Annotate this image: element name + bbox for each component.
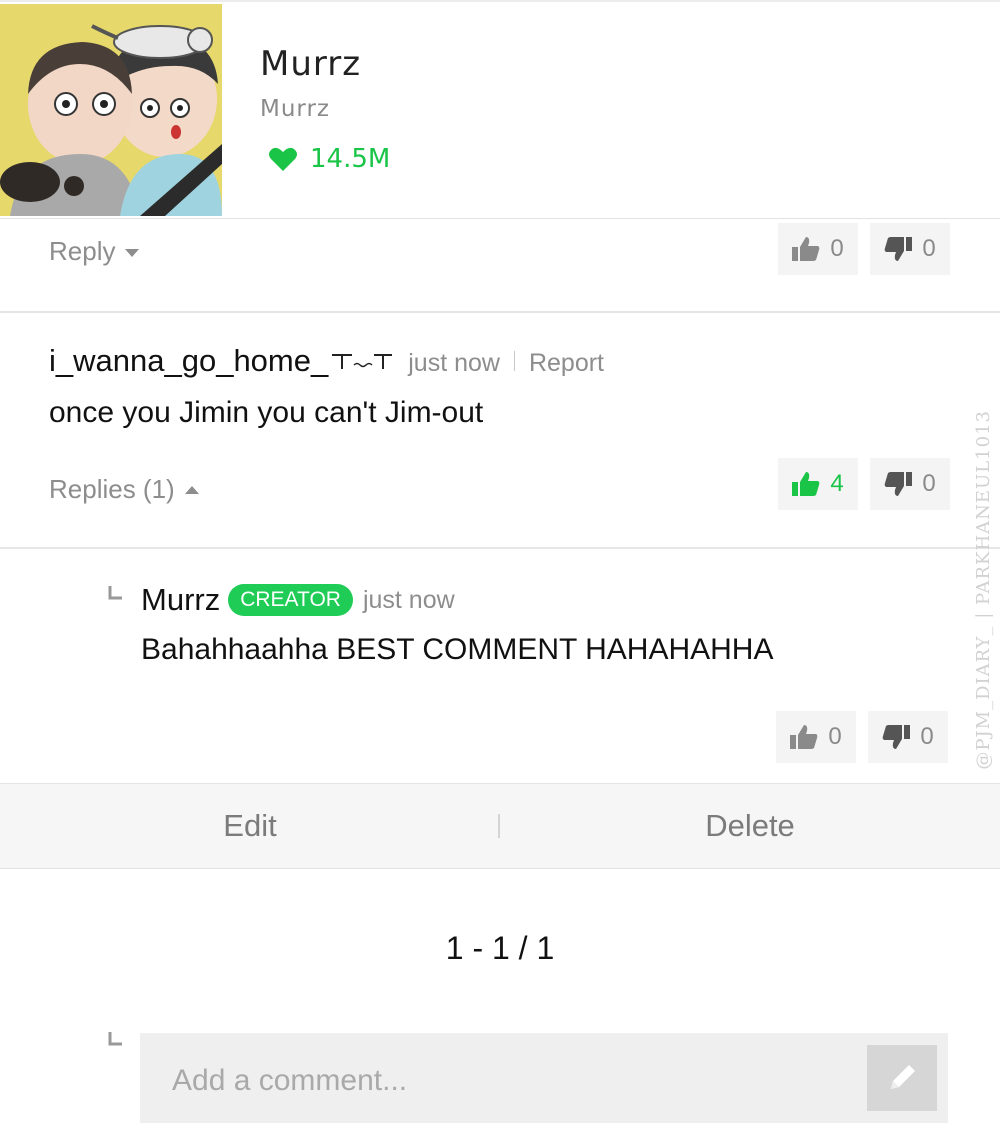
creator-name[interactable]: Murrz [260,44,361,84]
watermark: @PJM_DIARY_ | PARKHANEUL1013 [968,410,998,770]
watermark-text: @PJM_DIARY_ | PARKHANEUL1013 [972,410,994,770]
reply-author[interactable]: Murrz [141,582,220,618]
reply-indent-icon [108,586,122,600]
avatar-illustration [0,4,222,216]
reply-text: Bahahhaahha BEST COMMENT HAHAHAHHA [141,633,774,666]
pencil-icon [891,1065,915,1089]
delete-button[interactable]: Delete [500,784,1000,868]
dislike-button[interactable]: 0 [870,458,950,510]
reply-timestamp: just now [362,585,455,614]
add-comment-placeholder: Add a comment... [172,1064,408,1097]
dislike-count: 0 [922,470,936,497]
caret-down-icon [125,248,140,257]
like-button[interactable]: 4 [778,458,858,510]
like-button[interactable]: 0 [778,223,858,275]
caret-up-icon [184,485,199,494]
dislike-count: 0 [920,723,934,750]
creator-avatar[interactable] [0,4,222,216]
like-count: 0 [830,235,844,262]
pagination: 1 - 1 / 1 [445,930,555,966]
comment-text: once you Jimin you can't Jim-out [49,396,484,429]
reply-action-bar: Edit Delete [0,783,1000,869]
divider [0,547,1000,549]
thumbs-up-icon [792,237,820,261]
creator-handle: Murrz [260,96,331,122]
reply-label: Reply [49,236,116,266]
like-count: 0 [828,723,842,750]
report-link[interactable]: Report [529,349,604,378]
crying-emoticon-icon [332,354,393,369]
meta-separator [513,351,515,371]
thumbs-up-icon [790,725,818,749]
submit-comment-button[interactable] [867,1045,937,1111]
reply-button[interactable]: Reply [49,236,140,267]
comment-timestamp: just now [408,349,500,377]
thumbs-down-icon [882,725,911,749]
creator-likes-count: 14.5M [310,144,391,174]
comment-header: i_wanna_go_home_ just now Report [49,343,604,379]
reply-header: Murrz CREATOR just now [141,582,455,618]
reply-indent-icon [108,1032,122,1046]
comment-author[interactable]: i_wanna_go_home_ [49,343,328,379]
replies-toggle[interactable]: Replies (1) [49,474,199,505]
replies-label: Replies (1) [49,474,175,504]
thumbs-down-icon [884,237,913,261]
creator-likes: 14.5M [268,144,390,174]
edit-button[interactable]: Edit [0,784,500,868]
like-button[interactable]: 0 [776,711,856,763]
divider [0,311,1000,313]
dislike-button[interactable]: 0 [870,223,950,275]
thumbs-down-icon [884,472,913,496]
like-count: 4 [830,470,844,497]
heart-icon [269,147,297,171]
dislike-button[interactable]: 0 [868,711,948,763]
creator-badge: CREATOR [228,584,353,616]
dislike-count: 0 [922,235,936,262]
thumbs-up-icon [792,472,820,496]
